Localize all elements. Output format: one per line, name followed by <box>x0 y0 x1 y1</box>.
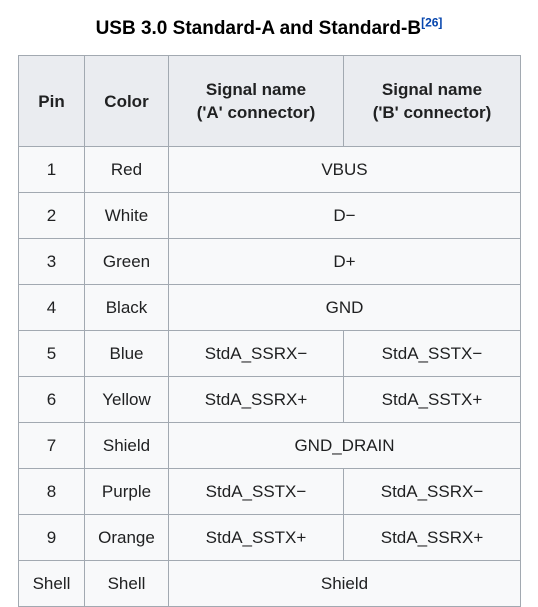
table-row: Shell Shell Shield <box>18 560 521 607</box>
table-body: 1 Red VBUS 2 White D− 3 Green D+ 4 Black GND 5 Blue St… <box>18 146 521 607</box>
cell-color: Shield <box>84 422 169 469</box>
table-row: 1 Red VBUS <box>18 146 521 193</box>
cell-signal-a: Shield <box>168 560 521 607</box>
table-row: 2 White D− <box>18 192 521 239</box>
column-header-color: Color <box>84 55 169 147</box>
cell-color: White <box>84 192 169 239</box>
cell-signal-b: StdA_SSRX− <box>343 468 521 515</box>
cell-pin: 3 <box>18 238 85 285</box>
cell-signal-a: StdA_SSTX− <box>168 468 344 515</box>
cell-color: Yellow <box>84 376 169 423</box>
column-header-pin: Pin <box>18 55 85 147</box>
cell-signal-a: StdA_SSTX+ <box>168 514 344 561</box>
cell-pin: Shell <box>18 560 85 607</box>
cell-color: Purple <box>84 468 169 515</box>
cell-signal-b: StdA_SSRX+ <box>343 514 521 561</box>
cell-pin: 1 <box>18 146 85 193</box>
cell-pin: 2 <box>18 192 85 239</box>
table-row: 8 Purple StdA_SSTX− StdA_SSRX− <box>18 468 521 515</box>
cell-signal-a: D− <box>168 192 521 239</box>
caption-reference-link[interactable]: [26] <box>421 16 442 30</box>
column-header-signal-a-line2: ('A' connector) <box>196 103 316 122</box>
cell-pin: 9 <box>18 514 85 561</box>
cell-signal-a: GND_DRAIN <box>168 422 521 469</box>
header-row: Pin Color Signal name ('A' connector) Si… <box>18 55 521 147</box>
table-row: 9 Orange StdA_SSTX+ StdA_SSRX+ <box>18 514 521 561</box>
column-header-signal-b: Signal name ('B' connector) <box>343 55 521 147</box>
cell-pin: 4 <box>18 284 85 331</box>
cell-color: Green <box>84 238 169 285</box>
cell-signal-b: StdA_SSTX+ <box>343 376 521 423</box>
caption-title: USB 3.0 Standard-A and Standard-B <box>95 18 422 39</box>
column-header-signal-a: Signal name ('A' connector) <box>168 55 344 147</box>
pinout-table-page: USB 3.0 Standard-A and Standard-B[26] Pi… <box>0 0 538 607</box>
cell-color: Black <box>84 284 169 331</box>
column-header-signal-a-line1: Signal name <box>205 80 307 99</box>
cell-color: Red <box>84 146 169 193</box>
cell-pin: 8 <box>18 468 85 515</box>
cell-signal-b: StdA_SSTX− <box>343 330 521 377</box>
cell-pin: 6 <box>18 376 85 423</box>
table-header: Pin Color Signal name ('A' connector) Si… <box>18 55 521 147</box>
cell-color: Blue <box>84 330 169 377</box>
table-caption: USB 3.0 Standard-A and Standard-B[26] <box>0 17 538 41</box>
cell-color: Shell <box>84 560 169 607</box>
table-row: 6 Yellow StdA_SSRX+ StdA_SSTX+ <box>18 376 521 423</box>
cell-signal-a: StdA_SSRX+ <box>168 376 344 423</box>
cell-pin: 7 <box>18 422 85 469</box>
cell-signal-a: D+ <box>168 238 521 285</box>
table-row: 5 Blue StdA_SSRX− StdA_SSTX− <box>18 330 521 377</box>
table-row: 7 Shield GND_DRAIN <box>18 422 521 469</box>
usb3-pinout-table: Pin Color Signal name ('A' connector) Si… <box>18 55 521 607</box>
table-row: 4 Black GND <box>18 284 521 331</box>
cell-signal-a: VBUS <box>168 146 521 193</box>
table-row: 3 Green D+ <box>18 238 521 285</box>
cell-signal-a: GND <box>168 284 521 331</box>
column-header-signal-b-line1: Signal name <box>381 80 483 99</box>
cell-color: Orange <box>84 514 169 561</box>
cell-pin: 5 <box>18 330 85 377</box>
cell-signal-a: StdA_SSRX− <box>168 330 344 377</box>
column-header-signal-b-line2: ('B' connector) <box>372 103 492 122</box>
